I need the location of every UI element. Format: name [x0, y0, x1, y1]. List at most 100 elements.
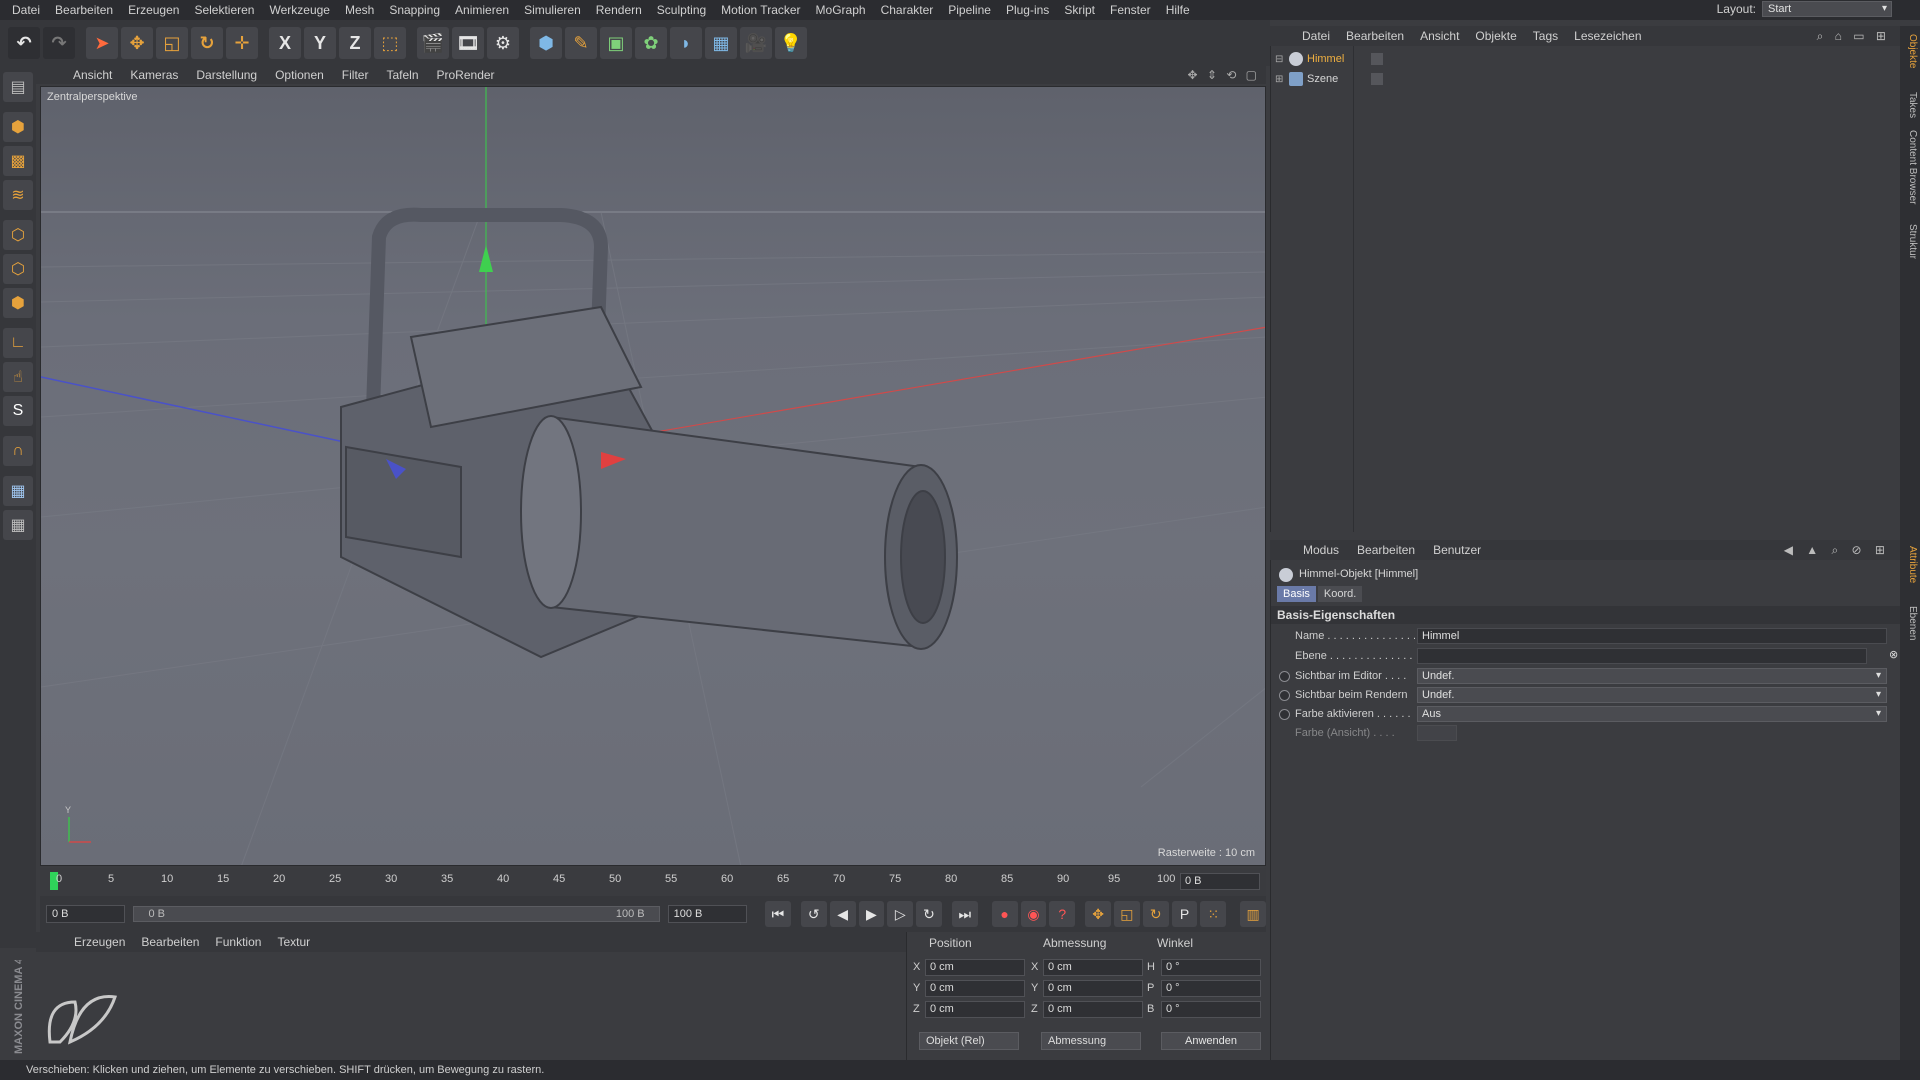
menu-charakter[interactable]: Charakter — [875, 3, 943, 17]
visibility-toggle-icon[interactable] — [1371, 53, 1383, 65]
vis-editor-dropdown[interactable]: Undef. — [1417, 668, 1887, 684]
pen-spline-icon[interactable]: ✎ — [565, 27, 597, 59]
deformer-icon[interactable]: ◗ — [670, 27, 702, 59]
tab-attribute[interactable]: Attribute — [1902, 546, 1918, 583]
expand-icon[interactable]: ⊞ — [1275, 74, 1285, 85]
key-scale-icon[interactable]: ◱ — [1114, 901, 1140, 927]
viewport-menu-filter[interactable]: Filter — [335, 68, 376, 82]
timeline-window-icon[interactable]: ▥ — [1240, 901, 1267, 927]
frame-range-slider[interactable]: 0 B 100 B — [133, 906, 660, 922]
tab-content-browser[interactable]: Content Browser — [1902, 130, 1918, 204]
tab-struktur[interactable]: Struktur — [1902, 224, 1918, 259]
material-manager-area[interactable] — [36, 952, 906, 1060]
solo-mode-icon[interactable]: S — [3, 396, 33, 426]
visibility-toggle-icon[interactable] — [1371, 73, 1383, 85]
next-frame-icon[interactable]: ▷ — [887, 901, 914, 927]
menu-bearbeiten[interactable]: Bearbeiten — [49, 3, 122, 17]
record-keys-icon[interactable]: ● — [991, 901, 1018, 927]
key-pla-icon[interactable]: ⁙ — [1200, 901, 1227, 927]
object-row-himmel[interactable]: ⊟ Himmel — [1275, 50, 1875, 68]
polygons-mode-icon[interactable]: ⬢ — [3, 288, 33, 318]
viewport-menu-prorender[interactable]: ProRender — [430, 68, 502, 82]
camera-icon[interactable]: 🎥 — [740, 27, 772, 59]
menu-mesh[interactable]: Mesh — [339, 3, 383, 17]
start-frame-field[interactable]: 0 B — [46, 905, 126, 923]
object-menu-ansicht[interactable]: Ansicht — [1412, 29, 1467, 43]
points-mode-icon[interactable]: ⬡ — [3, 220, 33, 250]
subdivision-generator-icon[interactable]: ▣ — [600, 27, 632, 59]
menu-motion-tracker[interactable]: Motion Tracker — [715, 3, 809, 17]
scale-tool-icon[interactable]: ◱ — [156, 27, 188, 59]
object-manager-tools-icons[interactable]: ⌕ ⌂ ▭ ⊞ — [1817, 29, 1890, 44]
coord-size-mode-dropdown[interactable]: Abmessung — [1041, 1032, 1141, 1050]
go-to-end-icon[interactable]: ⏭ — [951, 901, 978, 927]
move-tool-icon[interactable]: ✥ — [121, 27, 153, 59]
keyframe-selection-icon[interactable]: ? — [1049, 901, 1076, 927]
key-parameter-icon[interactable]: P — [1171, 901, 1198, 927]
coord-mode-dropdown[interactable]: Objekt (Rel) — [919, 1032, 1019, 1050]
viewport-menu-ansicht[interactable]: Ansicht — [66, 68, 119, 82]
rotation-p-field[interactable]: 0 ° — [1161, 980, 1261, 997]
menu-erzeugen[interactable]: Erzeugen — [122, 3, 188, 17]
attribute-menu-benutzer[interactable]: Benutzer — [1424, 543, 1490, 557]
menu-werkzeuge[interactable]: Werkzeuge — [263, 3, 338, 17]
menu-plugins[interactable]: Plug-ins — [1000, 3, 1058, 17]
autokey-icon[interactable]: ◉ — [1020, 901, 1047, 927]
viewport-navigation-icons[interactable]: ✥ ⇕ ⟲ ▢ — [1187, 68, 1260, 82]
3d-viewport[interactable]: Y Zentralperspektive Rasterweite : 10 cm — [40, 86, 1266, 866]
layer-field[interactable] — [1417, 648, 1867, 664]
viewport-menu-tafeln[interactable]: Tafeln — [379, 68, 425, 82]
prev-key-icon[interactable]: ↺ — [800, 901, 827, 927]
render-picture-viewer-icon[interactable]: 🎞 — [452, 27, 484, 59]
viewport-menu-kameras[interactable]: Kameras — [123, 68, 185, 82]
current-frame-field[interactable]: 0 B — [1180, 873, 1260, 890]
viewport-menu-optionen[interactable]: Optionen — [268, 68, 331, 82]
go-to-start-icon[interactable]: ⏮ — [765, 901, 791, 927]
material-menu-funktion[interactable]: Funktion — [207, 935, 269, 949]
object-name[interactable]: Szene — [1307, 73, 1367, 85]
edges-mode-icon[interactable]: ⬡ — [3, 254, 33, 284]
object-row-szene[interactable]: ⊞ Szene — [1275, 70, 1875, 88]
layout-dropdown[interactable]: Start — [1762, 1, 1892, 17]
rotate-tool-icon[interactable]: ↻ — [191, 27, 223, 59]
render-view-icon[interactable]: 🎬 — [417, 27, 449, 59]
rotation-h-field[interactable]: 0 ° — [1161, 959, 1261, 976]
tab-koord[interactable]: Koord. — [1317, 586, 1363, 602]
object-name[interactable]: Himmel — [1307, 53, 1367, 65]
next-key-icon[interactable]: ↻ — [916, 901, 942, 927]
attribute-nav-icons[interactable]: ◀ ▲ ⌕ ⊘ ⊞ — [1784, 543, 1890, 558]
y-axis-lock-button[interactable]: Y — [304, 27, 336, 59]
position-y-field[interactable]: 0 cm — [925, 980, 1025, 997]
cube-object-icon[interactable]: ⬢ — [530, 27, 562, 59]
position-z-field[interactable]: 0 cm — [925, 1001, 1025, 1018]
attribute-menu-bearbeiten[interactable]: Bearbeiten — [1348, 543, 1424, 557]
tab-objekte[interactable]: Objekte — [1902, 34, 1918, 68]
tab-ebenen[interactable]: Ebenen — [1902, 606, 1918, 640]
apply-button[interactable]: Anwenden — [1161, 1032, 1261, 1050]
layer-picker-icon[interactable]: ⊗ — [1889, 648, 1899, 664]
texture-mode-icon[interactable]: ▩ — [3, 146, 33, 176]
material-menu-bearbeiten[interactable]: Bearbeiten — [133, 935, 207, 949]
size-y-field[interactable]: 0 cm — [1043, 980, 1143, 997]
menu-animieren[interactable]: Animieren — [449, 3, 518, 17]
object-menu-tags[interactable]: Tags — [1525, 29, 1566, 43]
expand-icon[interactable]: ⊟ — [1275, 54, 1285, 65]
tab-basis[interactable]: Basis — [1277, 586, 1316, 602]
material-menu-textur[interactable]: Textur — [269, 935, 318, 949]
material-menu-erzeugen[interactable]: Erzeugen — [66, 935, 133, 949]
object-menu-objekte[interactable]: Objekte — [1467, 29, 1524, 43]
make-editable-icon[interactable]: ▤ — [3, 72, 33, 102]
vis-render-dropdown[interactable]: Undef. — [1417, 687, 1887, 703]
x-axis-lock-button[interactable]: X — [269, 27, 301, 59]
key-rotation-icon[interactable]: ↻ — [1142, 901, 1169, 927]
menu-snapping[interactable]: Snapping — [383, 3, 449, 17]
select-tool-icon[interactable]: ➤ — [86, 27, 118, 59]
key-position-icon[interactable]: ✥ — [1085, 901, 1111, 927]
axis-mode-icon[interactable]: ∟ — [3, 328, 33, 358]
menu-datei[interactable]: Datei — [6, 3, 49, 17]
menu-rendern[interactable]: Rendern — [590, 3, 651, 17]
undo-icon[interactable]: ↶ — [8, 27, 40, 59]
attribute-menu-modus[interactable]: Modus — [1294, 543, 1348, 557]
play-icon[interactable]: ▶ — [858, 901, 885, 927]
end-frame-field[interactable]: 100 B — [667, 905, 748, 923]
